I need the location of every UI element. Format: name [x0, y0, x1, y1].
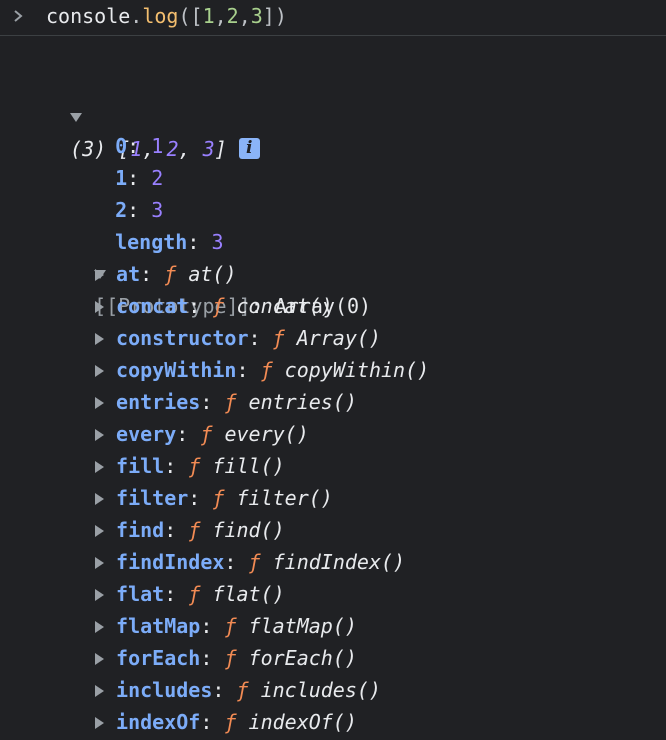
function-symbol: ƒ [224, 614, 237, 638]
function-symbol: ƒ [188, 518, 201, 542]
method-signature: findIndex() [272, 550, 406, 574]
code-token: , [214, 4, 227, 28]
method-signature: flat() [212, 582, 285, 606]
prototype-method-row[interactable]: flatMap: ƒ flatMap() [95, 610, 357, 642]
collapse-triangle-icon[interactable] [95, 268, 104, 281]
length-row: length: 3 [115, 230, 224, 254]
collapse-triangle-icon[interactable] [95, 556, 104, 569]
prototype-row[interactable]: [[Prototype]]: Array(0) [70, 226, 371, 318]
collapse-triangle-icon[interactable] [95, 652, 104, 665]
array-entry-row: 1: 2 [115, 166, 164, 190]
method-signature: Array() [296, 326, 381, 350]
code-token: log [142, 4, 179, 28]
prototype-method-row[interactable]: findIndex: ƒ findIndex() [95, 546, 405, 578]
function-symbol: ƒ [164, 262, 177, 286]
code-token: ( [178, 4, 191, 28]
method-signature: filter() [236, 486, 333, 510]
function-symbol: ƒ [212, 294, 225, 318]
collapse-triangle-icon[interactable] [95, 716, 104, 729]
function-symbol: ƒ [224, 390, 237, 414]
array-entry-row: 2: 3 [115, 198, 164, 222]
code-token: 2 [226, 4, 239, 28]
method-key: fill [116, 454, 165, 478]
prototype-method-row[interactable]: flat: ƒ flat() [95, 578, 285, 610]
method-signature: every() [224, 422, 309, 446]
prototype-method-row[interactable]: entries: ƒ entries() [95, 386, 357, 418]
code-token: ] [262, 4, 275, 28]
method-key: flat [116, 582, 165, 606]
method-key: constructor [116, 326, 249, 350]
prototype-method-row[interactable]: find: ƒ find() [95, 514, 285, 546]
collapse-triangle-icon[interactable] [95, 492, 104, 505]
method-signature: flatMap() [248, 614, 357, 638]
function-symbol: ƒ [188, 582, 201, 606]
method-key: filter [116, 486, 189, 510]
method-signature: forEach() [248, 646, 357, 670]
prototype-method-row[interactable]: filter: ƒ filter() [95, 482, 333, 514]
function-symbol: ƒ [260, 358, 273, 382]
method-key: concat [116, 294, 189, 318]
expand-triangle-icon[interactable] [70, 112, 83, 122]
code-token: console [46, 4, 131, 28]
chevron-right-icon [14, 10, 23, 22]
collapse-triangle-icon[interactable] [95, 684, 104, 697]
method-signature: find() [212, 518, 285, 542]
code-token: 1 [202, 4, 215, 28]
method-key: at [116, 262, 141, 286]
collapse-triangle-icon[interactable] [95, 620, 104, 633]
function-symbol: ƒ [224, 646, 237, 670]
method-signature: copyWithin() [284, 358, 430, 382]
method-signature: entries() [248, 390, 357, 414]
code-token: 3 [250, 4, 263, 28]
collapse-triangle-icon[interactable] [95, 364, 104, 377]
prototype-method-row[interactable]: fill: ƒ fill() [95, 450, 285, 482]
prototype-method-row[interactable]: includes: ƒ includes() [95, 674, 381, 706]
method-signature: at() [188, 262, 237, 286]
method-key: every [116, 422, 177, 446]
prototype-method-row[interactable]: every: ƒ every() [95, 418, 309, 450]
function-symbol: ƒ [224, 710, 237, 734]
prototype-method-row[interactable]: copyWithin: ƒ copyWithin() [95, 354, 429, 386]
method-key: forEach [116, 646, 201, 670]
method-key: includes [116, 678, 213, 702]
console-input-line[interactable]: console.log([1,2,3]) [0, 0, 666, 36]
code-token: ) [274, 4, 287, 28]
method-signature: fill() [212, 454, 285, 478]
collapse-triangle-icon[interactable] [95, 300, 104, 313]
code-token: [ [190, 4, 203, 28]
function-symbol: ƒ [188, 454, 201, 478]
function-symbol: ƒ [272, 326, 285, 350]
function-symbol: ƒ [200, 422, 213, 446]
collapse-triangle-icon[interactable] [95, 428, 104, 441]
array-entry-row: 0: 1 [115, 134, 164, 158]
prototype-method-row[interactable]: at: ƒ at() [95, 258, 237, 290]
method-signature: includes() [260, 678, 381, 702]
console-input-text[interactable]: console.log([1,2,3]) [46, 3, 287, 29]
info-icon[interactable]: i [238, 138, 260, 159]
method-key: flatMap [116, 614, 201, 638]
collapse-triangle-icon[interactable] [95, 524, 104, 537]
function-symbol: ƒ [236, 678, 249, 702]
method-signature: concat() [236, 294, 333, 318]
method-key: find [116, 518, 165, 542]
prototype-method-row[interactable]: concat: ƒ concat() [95, 290, 333, 322]
code-token: , [238, 4, 251, 28]
method-key: copyWithin [116, 358, 237, 382]
collapse-triangle-icon[interactable] [95, 396, 104, 409]
method-signature: indexOf() [248, 710, 357, 734]
prototype-method-row[interactable]: forEach: ƒ forEach() [95, 642, 357, 674]
method-key: entries [116, 390, 201, 414]
function-symbol: ƒ [248, 550, 261, 574]
prototype-method-row[interactable]: constructor: ƒ Array() [95, 322, 381, 354]
function-symbol: ƒ [212, 486, 225, 510]
method-key: findIndex [116, 550, 225, 574]
prototype-method-row[interactable]: indexOf: ƒ indexOf() [95, 706, 357, 738]
code-token: . [130, 4, 143, 28]
collapse-triangle-icon[interactable] [95, 332, 104, 345]
collapse-triangle-icon[interactable] [95, 460, 104, 473]
array-summary-row[interactable]: (3) [1, 2, 3] i [46, 69, 260, 161]
collapse-triangle-icon[interactable] [95, 588, 104, 601]
method-key: indexOf [116, 710, 201, 734]
